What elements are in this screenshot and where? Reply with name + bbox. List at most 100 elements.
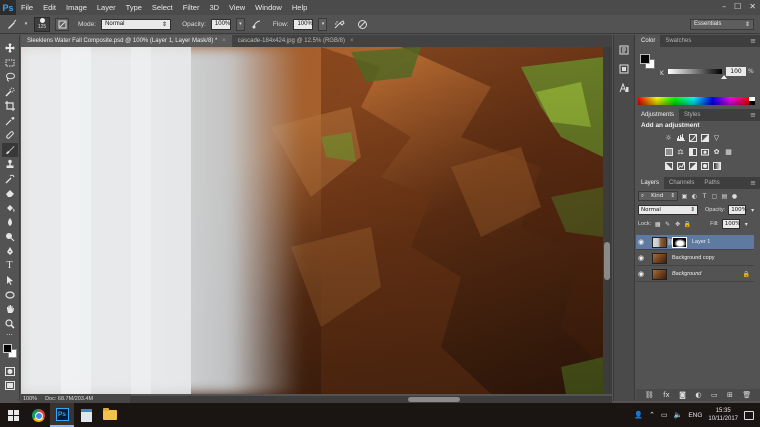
selective-color-icon[interactable]	[700, 161, 709, 170]
tab-layers[interactable]: Layers	[636, 177, 665, 189]
filter-kind-select[interactable]: ⌕ Kind ⇕	[638, 191, 678, 201]
menu-edit[interactable]: Edit	[38, 3, 61, 12]
add-mask-icon[interactable]: ◙	[679, 391, 686, 399]
notifications-icon[interactable]	[744, 410, 754, 420]
lock-all-icon[interactable]: 🔒	[684, 221, 691, 228]
invert-icon[interactable]	[664, 161, 673, 170]
clock[interactable]: 15:35 10/11/2017	[708, 407, 738, 423]
healing-brush-tool-icon[interactable]	[2, 128, 18, 143]
foreground-background-colors[interactable]	[2, 343, 18, 359]
levels-icon[interactable]	[676, 133, 685, 142]
opacity-input[interactable]: 100%	[210, 18, 231, 30]
language-indicator[interactable]: ENG	[688, 412, 702, 419]
quick-selection-tool-icon[interactable]	[2, 85, 18, 100]
clone-stamp-tool-icon[interactable]	[2, 157, 18, 172]
type-tool-icon[interactable]: T	[2, 259, 18, 274]
brush-panel-toggle-icon[interactable]	[55, 17, 69, 31]
vertical-scroll-thumb[interactable]	[604, 242, 610, 280]
pressure-size-icon[interactable]	[355, 18, 369, 31]
k-value-input[interactable]: 100	[726, 67, 746, 76]
vibrance-icon[interactable]: ▽	[712, 133, 721, 142]
tab-adjustments[interactable]: Adjustments	[636, 109, 680, 121]
dodge-tool-icon[interactable]	[2, 230, 18, 245]
tab-styles[interactable]: Styles	[679, 109, 705, 121]
photoshop-logo[interactable]: Ps	[0, 0, 16, 15]
lock-transparent-icon[interactable]: ▦	[654, 221, 661, 228]
filter-type-icon[interactable]: T	[701, 193, 708, 200]
taskbar-photoshop[interactable]: Ps	[50, 403, 74, 427]
new-group-icon[interactable]: ▭	[711, 391, 718, 399]
lock-pixels-icon[interactable]: ✎	[664, 221, 671, 228]
foreground-color-swatch[interactable]	[640, 54, 650, 64]
fill-dropdown-icon[interactable]: ▾	[743, 221, 750, 228]
opacity-dropdown-icon[interactable]: ▾	[749, 207, 756, 214]
posterize-icon[interactable]	[676, 161, 685, 170]
color-balance-icon[interactable]: ⚖	[676, 147, 685, 156]
horizontal-scroll-thumb[interactable]	[408, 397, 460, 402]
character-panel-icon[interactable]	[617, 81, 631, 94]
dropdown-arrow-icon[interactable]: ▾	[23, 18, 29, 31]
layer-opacity-input[interactable]: 100%	[728, 205, 747, 215]
volume-icon[interactable]: 🔈	[674, 411, 683, 419]
brush-tool-icon[interactable]	[1, 142, 18, 157]
history-panel-icon[interactable]	[617, 43, 631, 56]
ellipse-tool-icon[interactable]	[2, 288, 18, 303]
screen-mode-icon[interactable]	[2, 379, 18, 394]
layer-row-background-copy[interactable]: ◉ Background copy	[636, 251, 754, 266]
layer-style-icon[interactable]: fx	[663, 391, 670, 399]
blur-tool-icon[interactable]	[2, 215, 18, 230]
curves-icon[interactable]	[688, 133, 697, 142]
tab-channels[interactable]: Channels	[664, 177, 699, 189]
layer-row-layer-1[interactable]: ◉ ⛓ Layer 1	[636, 235, 754, 250]
doc-size[interactable]: Doc: 68.7M/203.4M	[45, 396, 93, 402]
hue-saturation-icon[interactable]	[664, 147, 673, 156]
zoom-level[interactable]: 100%	[23, 396, 37, 402]
eyedropper-tool-icon[interactable]	[2, 114, 18, 129]
fill-input[interactable]: 100%	[721, 219, 740, 229]
mode-select[interactable]: Normal ⇕	[101, 18, 172, 30]
black-white-ramp[interactable]	[749, 97, 755, 105]
filter-shape-icon[interactable]: ▢	[711, 193, 718, 200]
taskbar-chrome[interactable]	[26, 403, 50, 427]
zoom-tool-icon[interactable]	[2, 317, 18, 332]
lock-position-icon[interactable]: ✥	[674, 221, 681, 228]
eraser-tool-icon[interactable]	[2, 186, 18, 201]
flow-dropdown-icon[interactable]: ▾	[318, 17, 328, 31]
threshold-icon[interactable]	[688, 161, 697, 170]
new-adjustment-layer-icon[interactable]: ◐	[695, 391, 701, 399]
maximize-button[interactable]: ☐	[734, 2, 741, 11]
taskbar-file-explorer[interactable]	[98, 403, 122, 427]
blend-mode-select[interactable]: Normal ⇕	[638, 205, 698, 215]
flow-input[interactable]: 100%	[293, 18, 314, 30]
tab-sleeklens-composite[interactable]: Sleeklens Water Fall Composite.psd @ 100…	[21, 35, 232, 47]
menu-select[interactable]: Select	[147, 3, 178, 12]
layer-mask-thumbnail[interactable]	[672, 236, 687, 248]
tab-cascade[interactable]: cascade-184x424.jpg @ 12.5% (RGB/8) ×	[232, 35, 360, 47]
channel-mixer-icon[interactable]: ✿	[712, 147, 721, 156]
pen-tool-icon[interactable]	[2, 244, 18, 259]
horizontal-scrollbar[interactable]	[130, 396, 612, 403]
crop-tool-icon[interactable]	[2, 99, 18, 114]
menu-view[interactable]: View	[224, 3, 250, 12]
delete-layer-icon[interactable]: 🗑	[742, 391, 751, 399]
brush-size-picker[interactable]: 125	[34, 16, 50, 32]
filter-toggle-icon[interactable]: ●	[731, 193, 738, 200]
close-icon[interactable]: ×	[350, 38, 354, 44]
visibility-eye-icon[interactable]: ◉	[636, 235, 646, 250]
link-layers-icon[interactable]: ⛓	[645, 391, 654, 399]
more-tools-icon[interactable]: ···	[2, 331, 18, 339]
panel-menu-icon[interactable]: ≡	[750, 111, 756, 119]
foreground-color-swatch[interactable]	[2, 344, 12, 353]
document-canvas[interactable]	[21, 47, 603, 394]
workspace-select[interactable]: Essentials ⇕	[690, 18, 754, 30]
exposure-icon[interactable]	[700, 133, 709, 142]
filter-smart-object-icon[interactable]: ▤	[721, 193, 728, 200]
brightness-contrast-icon[interactable]: ☼	[664, 133, 673, 142]
new-layer-icon[interactable]: ⊞	[727, 391, 733, 399]
airbrush-icon[interactable]	[332, 18, 346, 31]
filter-adjustment-icon[interactable]: ◐	[691, 193, 698, 200]
menu-image[interactable]: Image	[61, 3, 92, 12]
panel-menu-icon[interactable]: ≡	[750, 37, 756, 45]
marquee-tool-icon[interactable]	[2, 56, 18, 71]
vertical-scrollbar[interactable]	[603, 47, 612, 394]
